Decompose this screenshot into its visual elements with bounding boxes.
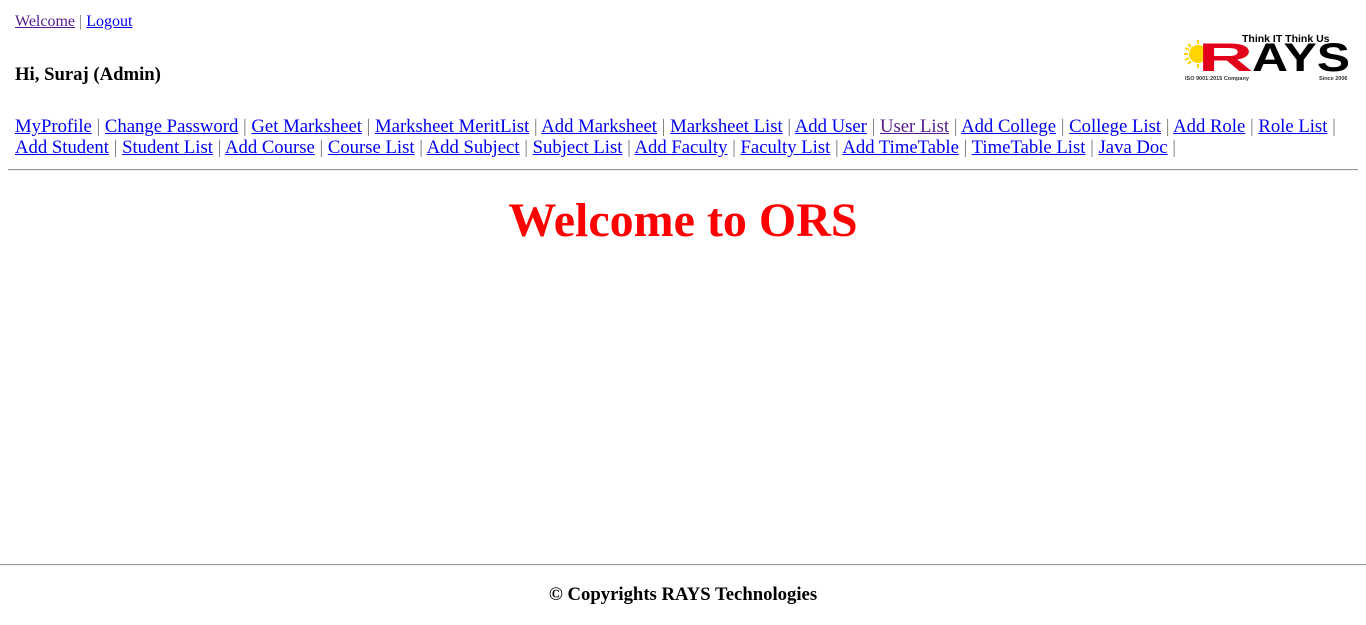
nav-row: Add Student | Student List | Add Course … (15, 137, 1345, 158)
nav-separator: | (243, 116, 247, 137)
nav-separator: | (366, 116, 371, 137)
welcome-link[interactable]: Welcome (15, 13, 75, 30)
page-title: Welcome to ORS (508, 194, 858, 247)
nav-separator: | (113, 137, 118, 158)
nav-separator: | (871, 116, 876, 137)
nav-separator: | (524, 137, 528, 158)
nav-link-myprofile[interactable]: MyProfile (15, 116, 92, 137)
nav-link-get-marksheet[interactable]: Get Marksheet (251, 116, 362, 137)
nav-link-add-faculty[interactable]: Add Faculty (635, 137, 728, 158)
nav-link-change-password[interactable]: Change Password (105, 116, 238, 137)
footer-divider (0, 564, 1366, 566)
nav-separator: | (319, 137, 324, 158)
nav-separator: | (1249, 116, 1254, 137)
nav-link-add-student[interactable]: Add Student (15, 137, 109, 158)
rays-logo: Think IT Think Us R AYS ISO 9001:2015 Co… (1184, 33, 1350, 82)
main-nav: MyProfile | Change Password | Get Marksh… (15, 116, 1345, 158)
nav-separator: | (1090, 137, 1094, 158)
nav-separator: | (217, 137, 222, 158)
nav-link-add-college[interactable]: Add College (961, 116, 1056, 137)
nav-separator: | (1060, 116, 1065, 137)
top-links: Welcome | Logout (15, 12, 132, 32)
nav-separator: | (533, 116, 538, 137)
nav-separator: | (1165, 116, 1170, 137)
nav-separator: | (1332, 116, 1336, 137)
nav-link-user-list[interactable]: User List (880, 116, 949, 137)
user-greeting: Hi, Suraj (Admin) (15, 64, 161, 85)
nav-link-add-subject[interactable]: Add Subject (427, 137, 520, 158)
logout-link[interactable]: Logout (86, 13, 132, 30)
nav-link-add-role[interactable]: Add Role (1173, 116, 1245, 137)
nav-link-marksheet-list[interactable]: Marksheet List (670, 116, 783, 137)
nav-link-add-course[interactable]: Add Course (225, 137, 315, 158)
nav-separator: | (963, 137, 968, 158)
nav-link-subject-list[interactable]: Subject List (533, 137, 623, 158)
header-divider (8, 169, 1358, 171)
nav-link-java-doc[interactable]: Java Doc (1099, 137, 1168, 158)
nav-link-student-list[interactable]: Student List (122, 137, 213, 158)
logo-brand-letters-ays: AYS (1252, 36, 1350, 80)
nav-separator: | (787, 116, 792, 137)
nav-separator: | (96, 116, 101, 137)
nav-separator: | (661, 116, 666, 137)
nav-separator: | (627, 137, 631, 158)
logo-iso: ISO 9001:2015 Company (1185, 76, 1250, 82)
nav-separator: | (953, 116, 958, 137)
logo-since: Since 2006 (1319, 76, 1347, 82)
separator: | (79, 13, 83, 30)
nav-link-add-user[interactable]: Add User (795, 116, 867, 137)
nav-link-course-list[interactable]: Course List (328, 137, 415, 158)
nav-separator: | (732, 137, 736, 158)
nav-link-college-list[interactable]: College List (1069, 116, 1161, 137)
nav-link-timetable-list[interactable]: TimeTable List (972, 137, 1086, 158)
nav-link-marksheet-meritlist[interactable]: Marksheet MeritList (375, 116, 529, 137)
nav-separator: | (419, 137, 423, 158)
nav-row: MyProfile | Change Password | Get Marksh… (15, 116, 1336, 137)
nav-link-add-marksheet[interactable]: Add Marksheet (541, 116, 657, 137)
nav-separator: | (1172, 137, 1176, 158)
nav-separator: | (834, 137, 839, 158)
footer-copyright: © Copyrights RAYS Technologies (548, 584, 818, 605)
nav-link-faculty-list[interactable]: Faculty List (741, 137, 831, 158)
logo-brand-letter-r: R (1198, 36, 1253, 80)
nav-link-role-list[interactable]: Role List (1258, 116, 1327, 137)
nav-link-add-timetable[interactable]: Add TimeTable (842, 137, 959, 158)
